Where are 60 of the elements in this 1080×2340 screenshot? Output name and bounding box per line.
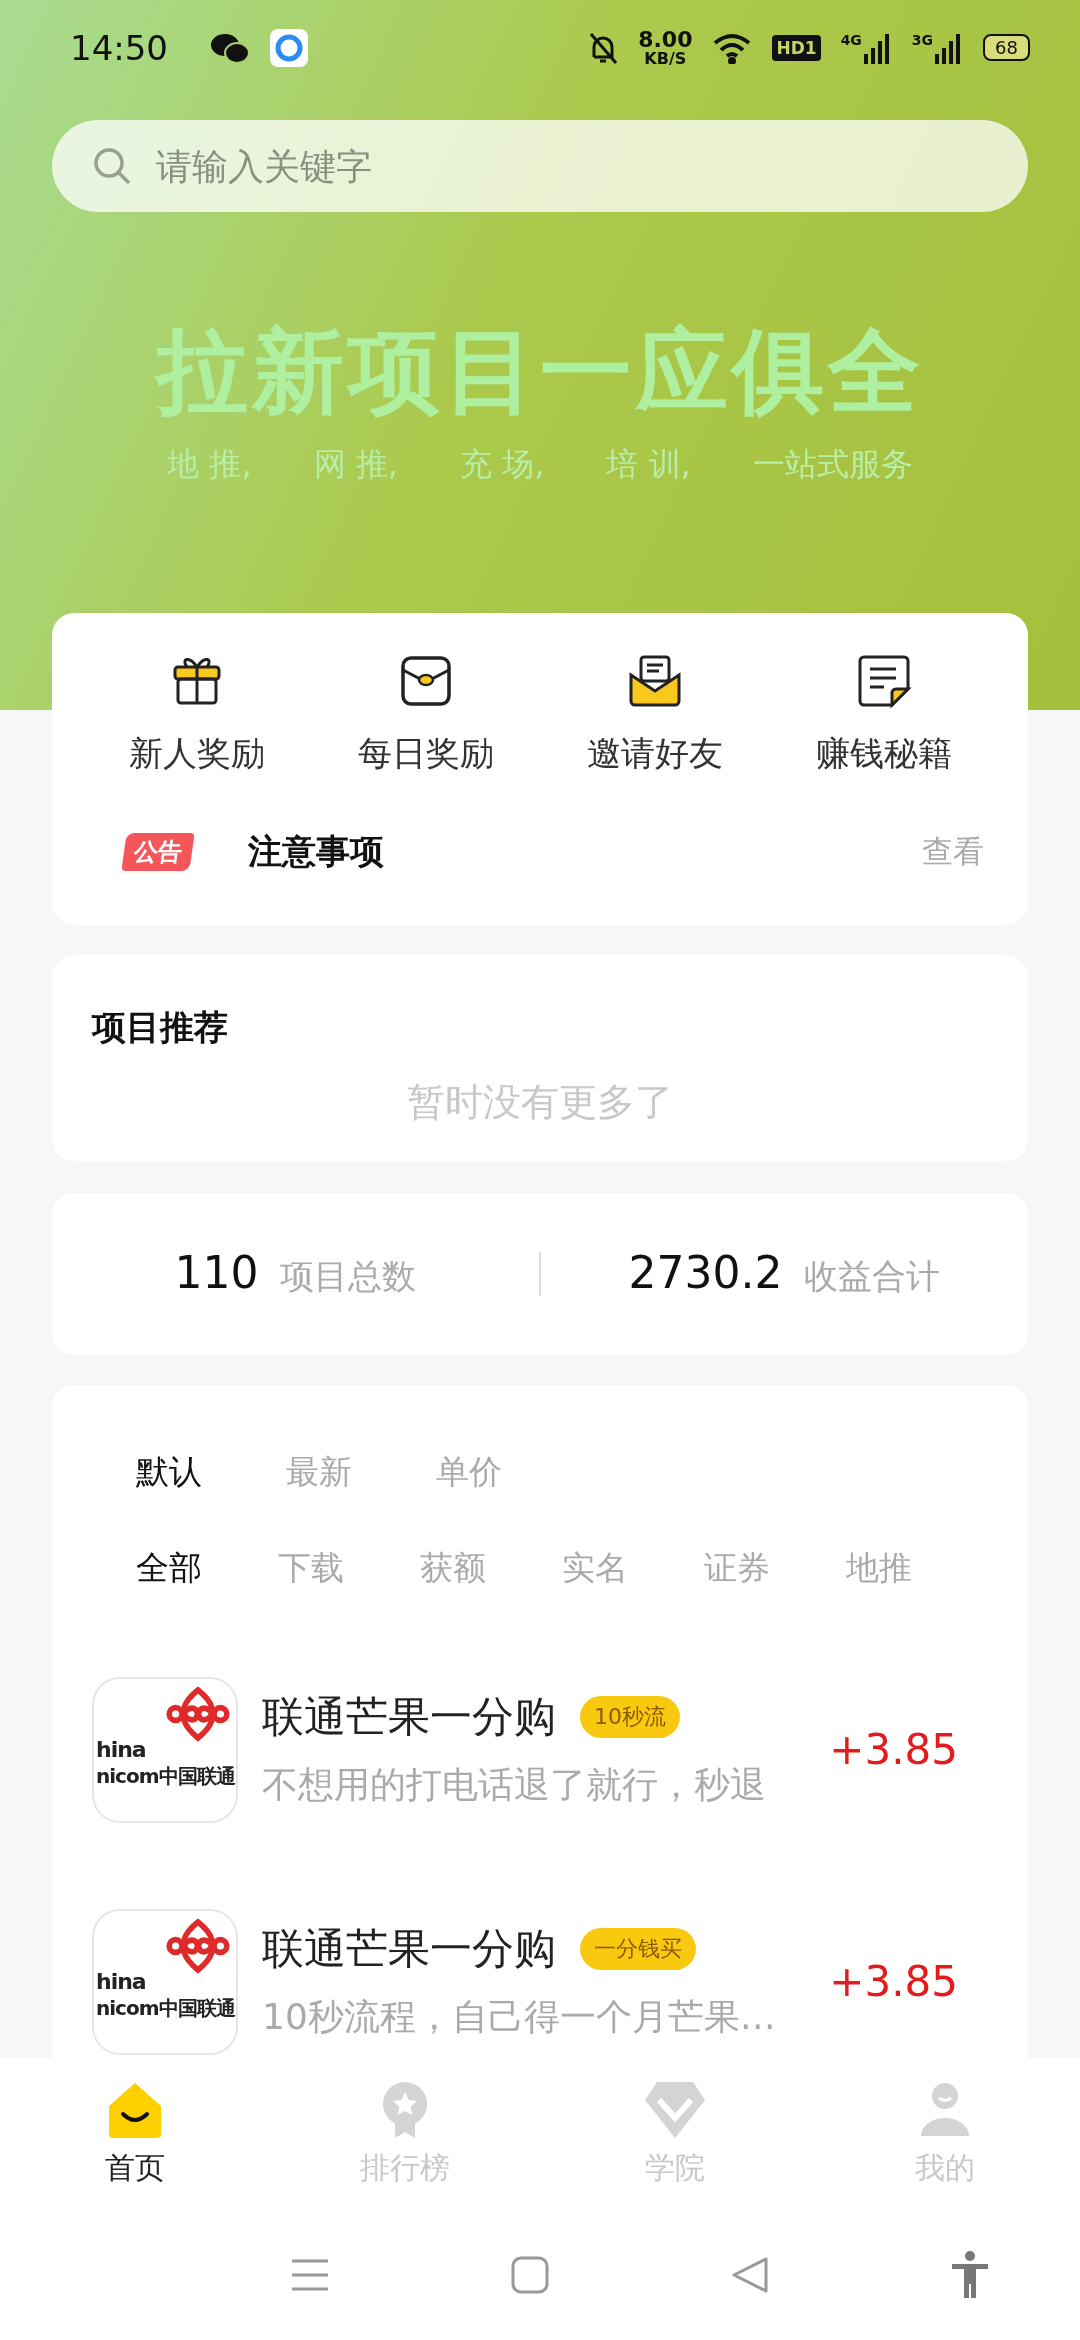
project-title: 联通芒果一分购	[262, 1923, 556, 1976]
filter-tab[interactable]: 获额	[420, 1546, 562, 1592]
search-icon	[92, 146, 132, 186]
filter-tab[interactable]: 全部	[136, 1546, 278, 1592]
search-field[interactable]: 请输入关键字	[52, 120, 1028, 212]
sort-tab[interactable]: 单价	[436, 1450, 586, 1496]
shortcut-button[interactable]: 赚钱秘籍	[769, 652, 998, 777]
nav-tab[interactable]: 首页	[0, 2058, 270, 2210]
banner-subtitle: 培 训,	[606, 443, 691, 485]
diamond-check-icon	[643, 2079, 707, 2140]
banner-subtitle: 网 推,	[313, 443, 398, 485]
filter-tab[interactable]: 地推	[846, 1546, 988, 1592]
network-type: 3G	[911, 31, 934, 48]
shortcut-button[interactable]: 每日奖励	[311, 652, 540, 777]
stat-label: 项目总数	[280, 1255, 417, 1299]
project-tag: 10秒流	[580, 1696, 680, 1739]
clock: 14:50	[70, 27, 168, 68]
bell-muted-icon	[588, 30, 619, 65]
banner-title: 拉新项目一应俱全	[153, 324, 925, 421]
network-type: 4G	[840, 31, 862, 48]
logo-text: nicom中国联通	[96, 1762, 235, 1790]
sort-tab[interactable]: 默认	[136, 1450, 286, 1496]
hd-badge: HD1	[772, 34, 821, 61]
filter-tab[interactable]: 实名	[562, 1546, 704, 1592]
notice-badge: 公告	[121, 832, 195, 871]
logo-text: hina	[96, 1968, 146, 1994]
project-reward: +3.85	[829, 1725, 958, 1775]
battery-level: 68	[983, 34, 1030, 61]
accessibility-icon	[950, 2250, 990, 2300]
app-icon	[270, 28, 308, 67]
stat-label: 收益合计	[804, 1255, 941, 1299]
project-description: 不想用的打电话退了就行，秒退	[262, 1763, 767, 1808]
network-speed: 8.00	[638, 28, 693, 51]
view-link[interactable]: 查看	[922, 830, 984, 873]
banner-subtitle: 地 推,	[167, 443, 252, 485]
shortcut-button[interactable]: 新人奖励	[82, 652, 311, 777]
logo-text: hina	[96, 1736, 146, 1762]
knot-logo-icon	[166, 1684, 230, 1743]
project-tag: 一分钱买	[580, 1928, 696, 1971]
logo-text: nicom中国联通	[96, 1994, 235, 2022]
section-title: 项目推荐	[92, 1005, 229, 1049]
back-icon	[730, 2255, 770, 2295]
menu-icon	[290, 2257, 330, 2293]
banner-subtitle: 一站式服务	[752, 443, 913, 485]
wifi-icon	[712, 31, 753, 64]
filter-tab[interactable]: 证券	[704, 1546, 846, 1592]
banner-subtitle: 充 场,	[460, 443, 545, 485]
signal-icon	[861, 31, 892, 64]
stat-value: 110	[174, 1247, 259, 1299]
sort-tab[interactable]: 最新	[286, 1450, 436, 1496]
home-square-icon	[510, 2255, 550, 2295]
knot-logo-icon	[166, 1916, 230, 1975]
shortcut-button[interactable]: 邀请好友	[540, 652, 769, 777]
stat-value: 2730.2	[628, 1247, 783, 1299]
project-description: 10秒流程，自己得一个月芒果…	[262, 1995, 777, 2040]
notice-text: 注意事项	[248, 829, 385, 873]
project-title: 联通芒果一分购	[262, 1691, 556, 1744]
filter-tab[interactable]: 下载	[278, 1546, 420, 1592]
speed-unit: KB/S	[644, 50, 687, 67]
project-reward: +3.85	[829, 1957, 958, 2007]
